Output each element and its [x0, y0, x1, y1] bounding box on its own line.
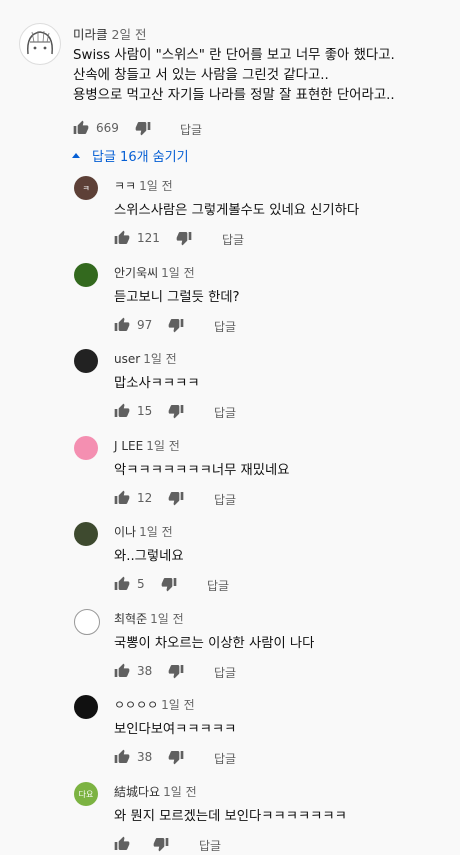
thumbs-up-icon[interactable]: [114, 317, 130, 333]
reply-time[interactable]: 1일 전: [139, 525, 173, 539]
reply-time[interactable]: 1일 전: [150, 612, 184, 626]
avatar-letter: 다요: [78, 789, 94, 799]
like-count: 38: [137, 664, 153, 678]
reply-actions: 97: [114, 315, 184, 335]
like-count: 669: [96, 121, 119, 135]
hide-replies-label: 답글 16개 숨기기: [92, 150, 189, 165]
thumbs-down-icon[interactable]: [176, 230, 192, 246]
avatar[interactable]: [74, 349, 98, 373]
avatar[interactable]: [74, 263, 98, 287]
like-count: 15: [137, 404, 153, 418]
reply-author[interactable]: user 1일 전: [114, 350, 177, 367]
author-name[interactable]: ㅋㅋ: [114, 179, 136, 193]
reply-author[interactable]: 이나 1일 전: [114, 523, 173, 540]
author-name[interactable]: 안기욱씨: [114, 266, 158, 280]
reply-time[interactable]: 1일 전: [163, 785, 197, 799]
comment-line: Swiss 사람이 "스위스" 란 단어를 보고 너무 좋아 했다고.: [73, 48, 395, 63]
author-name[interactable]: user: [114, 352, 140, 366]
reply-time[interactable]: 1일 전: [146, 439, 180, 453]
reply-author[interactable]: 結城다요 1일 전: [114, 783, 197, 800]
like-count: 38: [137, 750, 153, 764]
caret-up-icon: [72, 153, 80, 158]
reply-actions: 121: [114, 228, 192, 248]
reply-button[interactable]: 답글: [214, 491, 236, 508]
reply-button[interactable]: 답글: [222, 231, 244, 248]
reply-actions: 15: [114, 401, 184, 421]
thumbs-up-icon[interactable]: [114, 836, 130, 852]
reply-button[interactable]: 답글: [214, 664, 236, 681]
comment-text: Swiss 사람이 "스위스" 란 단어를 보고 너무 좋아 했다고. 산속에 …: [73, 46, 453, 106]
thumbs-up-icon[interactable]: [114, 663, 130, 679]
reply-text: 보인다보여ㅋㅋㅋㅋㅋ: [114, 722, 237, 737]
thumbs-up-icon[interactable]: [114, 490, 130, 506]
thumbs-down-icon[interactable]: [168, 749, 184, 765]
author-name[interactable]: ㅇㅇㅇㅇ: [114, 698, 158, 712]
avatar[interactable]: ㅋ: [74, 176, 98, 200]
thumbs-down-icon[interactable]: [153, 836, 169, 852]
reply-actions: 5: [114, 574, 177, 594]
avatar[interactable]: [74, 695, 98, 719]
reply-text: 와..그렇네요: [114, 549, 184, 564]
reply-button[interactable]: 답글: [214, 404, 236, 421]
comment-line: 용병으로 먹고산 자기들 나라를 정말 잘 표현한 단어라고..: [73, 88, 395, 103]
reply-time[interactable]: 1일 전: [161, 698, 195, 712]
thumbs-down-icon[interactable]: [161, 576, 177, 592]
thumbs-up-icon[interactable]: [114, 403, 130, 419]
thumbs-down-icon[interactable]: [168, 403, 184, 419]
thumbs-down-icon[interactable]: [168, 663, 184, 679]
reply-time[interactable]: 1일 전: [161, 266, 195, 280]
comment-author[interactable]: 미라클 2일 전: [73, 24, 146, 43]
avatar[interactable]: [19, 23, 61, 65]
thumbs-down-icon[interactable]: [135, 120, 151, 136]
reply-author[interactable]: ㅋㅋ 1일 전: [114, 177, 173, 194]
reply-author[interactable]: J LEE 1일 전: [114, 437, 180, 454]
like-count: 12: [137, 491, 153, 505]
reply-text: 국뽕이 차오르는 이상한 사람이 나다: [114, 636, 315, 651]
avatar[interactable]: [74, 522, 98, 546]
reply-button[interactable]: 답글: [214, 750, 236, 767]
avatar[interactable]: [74, 609, 100, 635]
avatar[interactable]: [74, 436, 98, 460]
reply-text: 악ㅋㅋㅋㅋㅋㅋㅋ너무 재밌네요: [114, 463, 290, 478]
reply-text: 와 뭔지 모르겠는데 보인다ㅋㅋㅋㅋㅋㅋㅋ: [114, 809, 347, 824]
reply-time[interactable]: 1일 전: [139, 179, 173, 193]
avatar-letter: ㅋ: [82, 183, 90, 193]
comment-time[interactable]: 2일 전: [112, 27, 147, 42]
thumbs-up-icon[interactable]: [73, 120, 89, 136]
thumbs-down-icon[interactable]: [168, 490, 184, 506]
author-name[interactable]: 이나: [114, 525, 136, 539]
reply-time[interactable]: 1일 전: [143, 352, 177, 366]
author-name[interactable]: J LEE: [114, 439, 143, 453]
reply-button[interactable]: 답글: [214, 318, 236, 335]
reply-author[interactable]: 안기욱씨 1일 전: [114, 264, 195, 281]
reply-text: 듣고보니 그럴듯 한데?: [114, 290, 240, 305]
like-count: 97: [137, 318, 153, 332]
hide-replies-toggle[interactable]: 답글 16개 숨기기: [72, 146, 189, 165]
reply-actions: 38: [114, 747, 184, 767]
thumbs-up-icon[interactable]: [114, 749, 130, 765]
reply-actions: 12: [114, 488, 184, 508]
reply-author[interactable]: ㅇㅇㅇㅇ 1일 전: [114, 696, 195, 713]
avatar[interactable]: 다요: [74, 782, 98, 806]
reply-button[interactable]: 답글: [180, 121, 202, 138]
thumbs-down-icon[interactable]: [168, 317, 184, 333]
reply-text: 맙소사ㅋㅋㅋㅋ: [114, 376, 200, 391]
reply-author[interactable]: 최혁준 1일 전: [114, 610, 184, 627]
reply-actions: [114, 834, 169, 854]
author-name[interactable]: 結城다요: [114, 785, 160, 799]
author-name[interactable]: 미라클: [73, 27, 108, 42]
reply-button[interactable]: 답글: [207, 577, 229, 594]
comment-line: 산속에 창들고 서 있는 사람을 그린것 같다고..: [73, 68, 329, 83]
author-name[interactable]: 최혁준: [114, 612, 147, 626]
like-count: 121: [137, 231, 160, 245]
thumbs-up-icon[interactable]: [114, 576, 130, 592]
thumbs-up-icon[interactable]: [114, 230, 130, 246]
reply-actions: 38: [114, 661, 184, 681]
reply-button[interactable]: 답글: [199, 837, 221, 854]
like-count: 5: [137, 577, 145, 591]
reply-text: 스위스사람은 그렇게볼수도 있네요 신기하다: [114, 203, 360, 218]
comment-actions: 669: [73, 118, 151, 138]
